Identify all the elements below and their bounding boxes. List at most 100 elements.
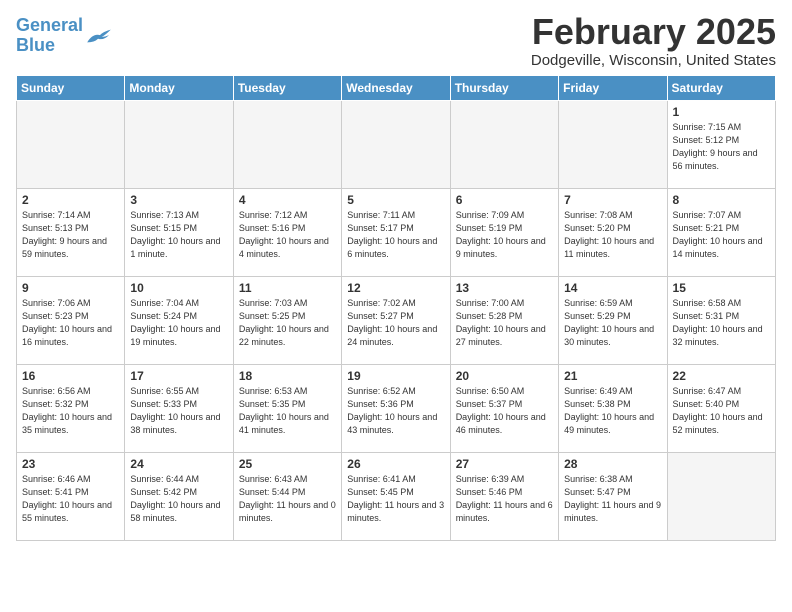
day-number: 27	[456, 457, 553, 471]
table-row: 7Sunrise: 7:08 AMSunset: 5:20 PMDaylight…	[559, 188, 667, 276]
table-row: 24 Sunrise: 6:44 AMSunset: 5:42 PMDayligh…	[125, 452, 233, 540]
day-info: Sunrise: 6:59 AMSunset: 5:29 PMDaylight:…	[564, 297, 661, 349]
week-row-5: 23 Sunrise: 6:46 AMSunset: 5:41 PMDayligh…	[17, 452, 776, 540]
table-row: 15 Sunrise: 6:58 AMSunset: 5:31 PMDayligh…	[667, 276, 775, 364]
table-row: 6 Sunrise: 7:09 AMSunset: 5:19 PMDaylight…	[450, 188, 558, 276]
day-info: Sunrise: 7:15 AMSunset: 5:12 PMDaylight:…	[673, 121, 770, 173]
day-number: 9	[22, 281, 119, 295]
day-number: 28	[564, 457, 661, 471]
day-info: Sunrise: 6:46 AMSunset: 5:41 PMDaylight:…	[22, 473, 119, 525]
table-row: 9Sunrise: 7:06 AMSunset: 5:23 PMDaylight…	[17, 276, 125, 364]
table-row	[450, 100, 558, 188]
day-info: Sunrise: 6:56 AMSunset: 5:32 PMDaylight:…	[22, 385, 119, 437]
day-number: 20	[456, 369, 553, 383]
table-row: 16 Sunrise: 6:56 AMSunset: 5:32 PMDayligh…	[17, 364, 125, 452]
table-row: 4Sunrise: 7:12 AMSunset: 5:16 PMDaylight…	[233, 188, 341, 276]
table-row: 22 Sunrise: 6:47 AMSunset: 5:40 PMDayligh…	[667, 364, 775, 452]
logo-general: General	[16, 15, 83, 35]
table-row	[667, 452, 775, 540]
day-number: 2	[22, 193, 119, 207]
table-row: 28 Sunrise: 6:38 AMSunset: 5:47 PMDayligh…	[559, 452, 667, 540]
logo: General Blue	[16, 16, 113, 56]
location: Dodgeville, Wisconsin, United States	[531, 52, 776, 69]
table-row	[342, 100, 450, 188]
day-number: 5	[347, 193, 444, 207]
day-number: 11	[239, 281, 336, 295]
table-row	[559, 100, 667, 188]
day-number: 26	[347, 457, 444, 471]
day-info: Sunrise: 6:50 AMSunset: 5:37 PMDaylight:…	[456, 385, 553, 437]
day-number: 13	[456, 281, 553, 295]
day-info: Sunrise: 7:02 AMSunset: 5:27 PMDaylight:…	[347, 297, 444, 349]
day-number: 12	[347, 281, 444, 295]
day-info: Sunrise: 6:43 AMSunset: 5:44 PMDaylight:…	[239, 473, 336, 525]
calendar-table: Sunday Monday Tuesday Wednesday Thursday…	[16, 75, 776, 541]
table-row: 8 Sunrise: 7:07 AMSunset: 5:21 PMDaylight…	[667, 188, 775, 276]
title-block: February 2025 Dodgeville, Wisconsin, Uni…	[531, 12, 776, 69]
table-row: 11Sunrise: 7:03 AMSunset: 5:25 PMDayligh…	[233, 276, 341, 364]
table-row: 17Sunrise: 6:55 AMSunset: 5:33 PMDayligh…	[125, 364, 233, 452]
col-friday: Friday	[559, 75, 667, 100]
day-info: Sunrise: 7:08 AMSunset: 5:20 PMDaylight:…	[564, 209, 661, 261]
day-info: Sunrise: 6:39 AMSunset: 5:46 PMDaylight:…	[456, 473, 553, 525]
day-number: 8	[673, 193, 770, 207]
day-number: 3	[130, 193, 227, 207]
day-number: 22	[673, 369, 770, 383]
day-number: 17	[130, 369, 227, 383]
col-sunday: Sunday	[17, 75, 125, 100]
day-info: Sunrise: 7:04 AMSunset: 5:24 PMDaylight:…	[130, 297, 227, 349]
logo-blue: Blue	[16, 35, 55, 55]
table-row: 23 Sunrise: 6:46 AMSunset: 5:41 PMDayligh…	[17, 452, 125, 540]
table-row	[233, 100, 341, 188]
table-row: 10 Sunrise: 7:04 AMSunset: 5:24 PMDayligh…	[125, 276, 233, 364]
table-row: 20 Sunrise: 6:50 AMSunset: 5:37 PMDayligh…	[450, 364, 558, 452]
day-number: 1	[673, 105, 770, 119]
day-number: 6	[456, 193, 553, 207]
table-row: 12 Sunrise: 7:02 AMSunset: 5:27 PMDayligh…	[342, 276, 450, 364]
day-info: Sunrise: 6:44 AMSunset: 5:42 PMDaylight:…	[130, 473, 227, 525]
day-info: Sunrise: 7:00 AMSunset: 5:28 PMDaylight:…	[456, 297, 553, 349]
day-info: Sunrise: 7:11 AMSunset: 5:17 PMDaylight:…	[347, 209, 444, 261]
col-wednesday: Wednesday	[342, 75, 450, 100]
day-number: 25	[239, 457, 336, 471]
col-monday: Monday	[125, 75, 233, 100]
table-row	[125, 100, 233, 188]
logo-text: General Blue	[16, 16, 83, 56]
day-info: Sunrise: 6:53 AMSunset: 5:35 PMDaylight:…	[239, 385, 336, 437]
table-row: 14 Sunrise: 6:59 AMSunset: 5:29 PMDayligh…	[559, 276, 667, 364]
table-row: 18Sunrise: 6:53 AMSunset: 5:35 PMDayligh…	[233, 364, 341, 452]
day-info: Sunrise: 7:07 AMSunset: 5:21 PMDaylight:…	[673, 209, 770, 261]
day-info: Sunrise: 7:09 AMSunset: 5:19 PMDaylight:…	[456, 209, 553, 261]
week-row-3: 9Sunrise: 7:06 AMSunset: 5:23 PMDaylight…	[17, 276, 776, 364]
day-number: 10	[130, 281, 227, 295]
day-number: 14	[564, 281, 661, 295]
week-row-1: 1 Sunrise: 7:15 AMSunset: 5:12 PMDaylight…	[17, 100, 776, 188]
logo-bird-icon	[85, 26, 113, 46]
table-row: 1 Sunrise: 7:15 AMSunset: 5:12 PMDaylight…	[667, 100, 775, 188]
day-number: 23	[22, 457, 119, 471]
day-number: 21	[564, 369, 661, 383]
calendar-header-row: Sunday Monday Tuesday Wednesday Thursday…	[17, 75, 776, 100]
col-saturday: Saturday	[667, 75, 775, 100]
day-number: 16	[22, 369, 119, 383]
day-info: Sunrise: 6:47 AMSunset: 5:40 PMDaylight:…	[673, 385, 770, 437]
col-tuesday: Tuesday	[233, 75, 341, 100]
day-number: 24	[130, 457, 227, 471]
col-thursday: Thursday	[450, 75, 558, 100]
table-row: 19 Sunrise: 6:52 AMSunset: 5:36 PMDayligh…	[342, 364, 450, 452]
day-number: 15	[673, 281, 770, 295]
day-info: Sunrise: 6:49 AMSunset: 5:38 PMDaylight:…	[564, 385, 661, 437]
day-info: Sunrise: 6:52 AMSunset: 5:36 PMDaylight:…	[347, 385, 444, 437]
day-number: 19	[347, 369, 444, 383]
table-row: 25 Sunrise: 6:43 AMSunset: 5:44 PMDayligh…	[233, 452, 341, 540]
day-info: Sunrise: 6:38 AMSunset: 5:47 PMDaylight:…	[564, 473, 661, 525]
week-row-2: 2 Sunrise: 7:14 AMSunset: 5:13 PMDaylight…	[17, 188, 776, 276]
page-container: General Blue February 2025 Dodgeville, W…	[0, 0, 792, 549]
table-row	[17, 100, 125, 188]
day-info: Sunrise: 6:58 AMSunset: 5:31 PMDaylight:…	[673, 297, 770, 349]
week-row-4: 16 Sunrise: 6:56 AMSunset: 5:32 PMDayligh…	[17, 364, 776, 452]
table-row: 27 Sunrise: 6:39 AMSunset: 5:46 PMDayligh…	[450, 452, 558, 540]
day-info: Sunrise: 7:14 AMSunset: 5:13 PMDaylight:…	[22, 209, 119, 261]
header: General Blue February 2025 Dodgeville, W…	[16, 12, 776, 69]
day-info: Sunrise: 7:12 AMSunset: 5:16 PMDaylight:…	[239, 209, 336, 261]
